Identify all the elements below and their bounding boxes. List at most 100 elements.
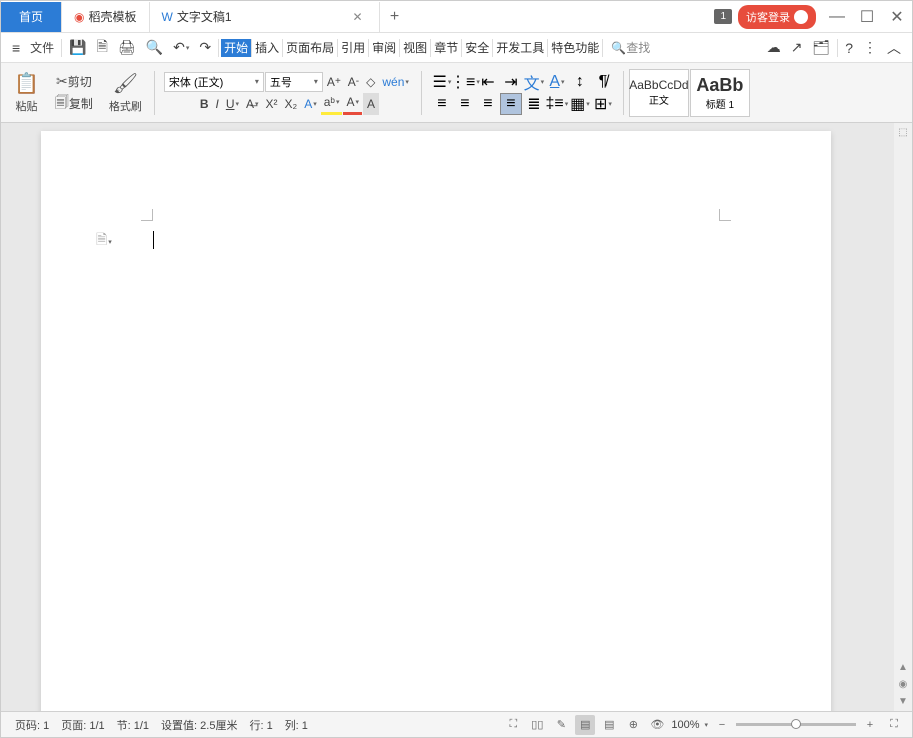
share-button[interactable]: ↗: [786, 35, 808, 61]
eye-protect-button[interactable]: 👁: [647, 715, 667, 735]
status-page[interactable]: 页面: 1/1: [55, 717, 110, 733]
section-marker-icon[interactable]: 🗎▾: [96, 229, 112, 253]
status-col[interactable]: 列: 1: [279, 717, 314, 733]
document-page[interactable]: 🗎▾: [41, 131, 831, 711]
zoom-handle[interactable]: [791, 719, 801, 729]
help-button[interactable]: ?: [840, 35, 858, 61]
maximize-button[interactable]: ☐: [852, 2, 882, 32]
sidebar-nav-up-icon[interactable]: ▲: [898, 662, 908, 673]
more-button[interactable]: ⋮: [858, 35, 882, 61]
strikethrough-button[interactable]: A̶▾: [243, 93, 262, 115]
sync-button[interactable]: 🗂: [807, 35, 835, 61]
menu-page-layout[interactable]: 页面布局: [283, 39, 338, 57]
status-section[interactable]: 节: 1/1: [111, 717, 155, 733]
underline-button[interactable]: U▾: [223, 93, 242, 115]
login-button[interactable]: 访客登录: [738, 5, 816, 29]
text-direction-button[interactable]: 文▾: [523, 71, 545, 93]
menu-review[interactable]: 审阅: [369, 39, 400, 57]
status-setting[interactable]: 设置值: 2.5厘米: [155, 717, 243, 733]
format-painter-button[interactable]: 🖌 格式刷: [106, 69, 145, 117]
decrease-indent-button[interactable]: ⇤: [477, 71, 499, 93]
menu-view[interactable]: 视图: [400, 39, 431, 57]
align-center-button[interactable]: ≡: [454, 93, 476, 115]
style-body[interactable]: AaBbCcDd 正文: [629, 69, 689, 117]
search-button[interactable]: 🔍 查找: [611, 39, 650, 56]
increase-indent-button[interactable]: ⇥: [500, 71, 522, 93]
edit-view-button[interactable]: ✎: [551, 715, 571, 735]
align-justify-button[interactable]: ≡: [500, 93, 522, 115]
bold-button[interactable]: B: [197, 93, 212, 115]
highlight-button[interactable]: aᵇ▾: [321, 93, 343, 115]
sidebar-top-icon[interactable]: ⬚: [898, 127, 907, 138]
collapse-ribbon-button[interactable]: ︿: [882, 35, 906, 61]
print-preview-button[interactable]: 🔍: [141, 35, 168, 61]
page-view-button[interactable]: ▤: [575, 715, 595, 735]
increase-font-button[interactable]: A+: [324, 71, 344, 93]
tab-add-button[interactable]: +: [380, 8, 410, 26]
clear-format-button[interactable]: ◇: [363, 71, 378, 93]
document-canvas[interactable]: 🗎▾: [1, 123, 894, 711]
cloud-sync-button[interactable]: ☁: [762, 35, 786, 61]
menu-reference[interactable]: 引用: [338, 39, 369, 57]
style-heading1[interactable]: AaBb 标题 1: [690, 69, 750, 117]
print-button[interactable]: 🖨: [113, 35, 141, 61]
status-page-num[interactable]: 页码: 1: [9, 717, 55, 733]
notifications-badge[interactable]: 1: [714, 9, 732, 24]
zoom-dropdown-icon[interactable]: ▾: [704, 721, 708, 729]
text-effects-button[interactable]: A▾: [301, 93, 320, 115]
text-alignment-button[interactable]: A̲▾: [546, 71, 568, 93]
distribute-button[interactable]: ≣: [523, 93, 545, 115]
menu-start[interactable]: 开始: [221, 39, 252, 57]
tab-document[interactable]: W 文字文稿1 ✕: [150, 2, 380, 32]
menu-special[interactable]: 特色功能: [548, 39, 603, 57]
font-color-button[interactable]: A▾: [343, 93, 362, 115]
number-list-button[interactable]: ⋮≡▾: [454, 71, 476, 93]
align-right-button[interactable]: ≡: [477, 93, 499, 115]
menu-chapter[interactable]: 章节: [431, 39, 462, 57]
line-spacing-button[interactable]: ‡≡▾: [546, 93, 568, 115]
hamburger-menu[interactable]: ≡: [7, 35, 25, 61]
tab-close-icon[interactable]: ✕: [348, 10, 366, 24]
save-button[interactable]: 💾: [64, 35, 91, 61]
char-shading-button[interactable]: A: [363, 93, 379, 115]
close-button[interactable]: ✕: [882, 2, 912, 32]
paste-button[interactable]: 📋 粘贴: [11, 69, 42, 117]
menu-insert[interactable]: 插入: [252, 39, 283, 57]
subscript-button[interactable]: X₂: [282, 93, 301, 115]
sort-button[interactable]: ↕: [569, 71, 591, 93]
cut-button[interactable]: ✂ 剪切: [53, 71, 95, 93]
redo-button[interactable]: ↷: [194, 35, 216, 61]
font-name-value: 宋体 (正文): [169, 74, 223, 90]
sidebar-nav-circle-icon[interactable]: ◉: [899, 679, 908, 690]
font-name-combo[interactable]: 宋体 (正文) ▾: [164, 72, 264, 92]
minimize-button[interactable]: —: [822, 2, 852, 32]
fullscreen-button[interactable]: ⛶: [503, 715, 523, 735]
menu-security[interactable]: 安全: [462, 39, 493, 57]
tab-home[interactable]: 首页: [1, 2, 62, 32]
borders-button[interactable]: ⊞▾: [592, 93, 614, 115]
undo-button[interactable]: ↶▾: [168, 35, 194, 61]
tab-docer-templates[interactable]: ◉ 稻壳模板: [62, 2, 150, 32]
zoom-in-button[interactable]: +: [860, 715, 880, 735]
shading-button[interactable]: ▦▾: [569, 93, 591, 115]
align-left-button[interactable]: ≡: [431, 93, 453, 115]
show-marks-button[interactable]: ¶̸: [592, 71, 614, 93]
phonetic-guide-button[interactable]: wén▾: [379, 71, 412, 93]
zoom-slider[interactable]: [736, 723, 856, 726]
italic-button[interactable]: I: [212, 93, 221, 115]
font-size-combo[interactable]: 五号 ▾: [265, 72, 323, 92]
file-menu[interactable]: 文件: [25, 35, 59, 61]
zoom-value[interactable]: 100%: [671, 719, 699, 731]
menu-dev-tools[interactable]: 开发工具: [493, 39, 548, 57]
web-view-button[interactable]: ⊕: [623, 715, 643, 735]
copy-button[interactable]: 🗐 复制: [52, 93, 96, 115]
status-row[interactable]: 行: 1: [243, 717, 278, 733]
decrease-font-button[interactable]: A-: [345, 71, 362, 93]
superscript-button[interactable]: X²: [263, 93, 281, 115]
outline-view-button[interactable]: ▤: [599, 715, 619, 735]
reading-view-button[interactable]: ▯▯: [527, 715, 547, 735]
zoom-out-button[interactable]: −: [712, 715, 732, 735]
fit-page-button[interactable]: ⛶: [884, 715, 904, 735]
sidebar-nav-down-icon[interactable]: ▼: [898, 696, 908, 707]
save-as-button[interactable]: 🗎: [92, 35, 113, 61]
